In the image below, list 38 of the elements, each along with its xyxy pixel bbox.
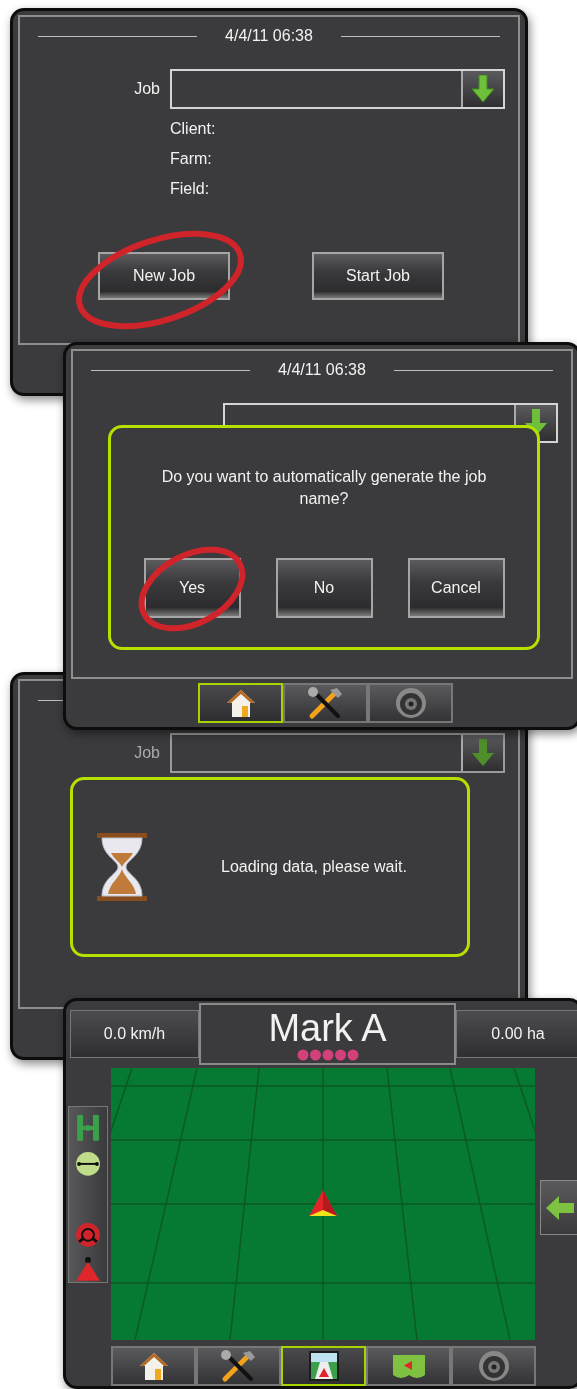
speed-readout: 0.0 km/h xyxy=(70,1010,199,1058)
hourglass-icon xyxy=(97,833,147,901)
width-icon[interactable] xyxy=(75,1150,101,1177)
camera-icon xyxy=(476,1349,511,1383)
dialog-button[interactable]: No xyxy=(275,558,373,618)
nav-tab[interactable] xyxy=(198,683,283,723)
left-arrow-icon xyxy=(546,1195,574,1220)
nav-tab[interactable] xyxy=(196,1346,281,1386)
guidance-view-icon xyxy=(306,1349,341,1383)
camera-icon xyxy=(393,686,428,720)
info-label: Client: xyxy=(170,119,217,139)
nav-tab[interactable] xyxy=(283,683,368,723)
date-time: 4/4/11 06:38 xyxy=(225,27,313,45)
down-arrow-icon xyxy=(471,75,495,103)
status-dots-icon xyxy=(296,1049,359,1061)
info-label: Farm: xyxy=(170,149,213,169)
bracket-icon[interactable] xyxy=(75,1113,101,1143)
area-readout: 0.00 ha xyxy=(456,1010,577,1058)
job-dropdown[interactable] xyxy=(170,733,505,773)
left-arrow-button[interactable] xyxy=(540,1180,577,1235)
info-label: Field: xyxy=(170,179,211,199)
action-button[interactable]: Start Job xyxy=(312,252,444,300)
nav-tab[interactable] xyxy=(366,1346,451,1386)
dialog-button[interactable]: Cancel xyxy=(407,558,505,618)
date-time: 4/4/11 06:38 xyxy=(278,361,366,379)
job-dropdown[interactable] xyxy=(170,69,505,109)
spray-icon[interactable] xyxy=(74,1256,102,1282)
loading-message: Loading data, please wait. xyxy=(221,858,407,876)
job-label: Job xyxy=(133,80,160,98)
vehicle-icon xyxy=(307,1190,339,1218)
dialog-message: Do you want to automatically generate the job name? xyxy=(160,467,488,509)
steering-icon[interactable] xyxy=(75,1222,101,1249)
action-button[interactable]: New Job xyxy=(98,252,230,300)
nav-tab[interactable] xyxy=(111,1346,196,1386)
guidance-title: Mark A xyxy=(268,1007,387,1049)
down-arrow-icon xyxy=(471,739,495,767)
job-label: Job xyxy=(133,744,160,762)
nav-tab[interactable] xyxy=(281,1346,366,1386)
